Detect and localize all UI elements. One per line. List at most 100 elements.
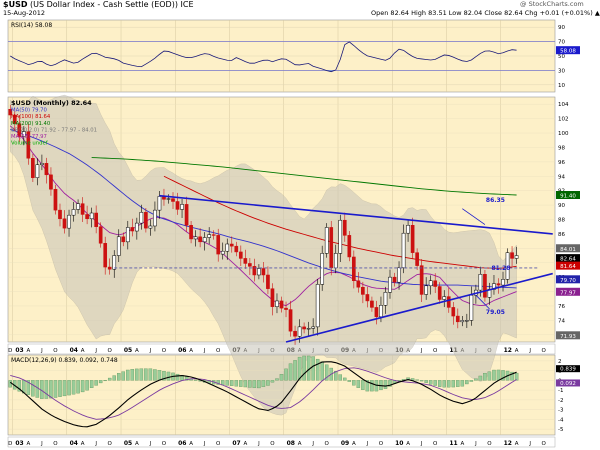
axis-month-label: O <box>53 441 58 447</box>
candle-body <box>514 255 519 259</box>
candle-body <box>62 218 67 229</box>
macd-histogram-bar <box>442 380 446 388</box>
axis-year-label: 10 <box>395 440 403 447</box>
candle-body <box>383 292 388 306</box>
macd-signal-text: 0.092 <box>560 381 576 387</box>
trendline-label: 79.05 <box>486 309 505 316</box>
macd-histogram-bar <box>248 380 252 388</box>
candle-body <box>333 253 338 269</box>
candle-body <box>361 286 365 295</box>
price-tick-label: 96 <box>558 160 565 166</box>
axis-month-label: O <box>433 348 438 354</box>
candle-body <box>225 243 230 252</box>
axis-month-label: O <box>108 441 113 447</box>
trendline-label: 86.35 <box>486 197 505 204</box>
macd-tick-label: -3 <box>558 408 564 414</box>
macd-histogram-bar <box>465 380 469 385</box>
rsi-tick-label: 30 <box>558 68 565 74</box>
axis-month-label: O <box>542 441 547 447</box>
candle-body <box>419 265 424 295</box>
candle-body <box>80 203 85 215</box>
price-tick-label: 98 <box>558 145 565 151</box>
macd-histogram-bar <box>284 368 288 381</box>
macd-histogram-bar <box>85 380 89 391</box>
macd-histogram-bar <box>257 380 261 389</box>
candle-body <box>501 279 505 286</box>
macd-histogram-bar <box>469 380 474 382</box>
macd-tick-label: -2 <box>558 398 563 404</box>
axis-month-label: A <box>189 441 193 447</box>
candle-body <box>220 250 225 255</box>
candle-body <box>40 163 44 165</box>
candle-body <box>67 214 71 229</box>
macd-histogram-bar <box>31 380 35 397</box>
candle-body <box>89 212 94 220</box>
candle-body <box>496 283 501 286</box>
macd-histogram-bar <box>352 380 356 386</box>
macd-histogram-bar <box>230 380 234 386</box>
axis-month-label: A <box>26 441 30 447</box>
candle-body <box>121 236 126 243</box>
candle-body <box>451 307 456 317</box>
price-tick-label: 104 <box>558 102 569 108</box>
macd-histogram-bar <box>49 380 53 399</box>
macd-histogram-bar <box>139 368 144 381</box>
axis-month-label: J <box>203 348 206 354</box>
candle-body <box>288 309 293 332</box>
candle-body <box>324 227 329 254</box>
candle-body <box>53 188 58 211</box>
time-axis-bottom <box>7 436 556 448</box>
macd-histogram-bar <box>487 371 492 381</box>
macd-histogram-bar <box>71 380 76 395</box>
price-tick-label: 100 <box>558 131 569 137</box>
candle-body <box>270 288 275 307</box>
candle-body <box>193 236 198 240</box>
candle-body <box>58 209 62 220</box>
candle-body <box>125 227 130 243</box>
macd-value-text: 0.839 <box>560 367 576 373</box>
macd-histogram-bar <box>53 380 58 398</box>
candle-body <box>465 320 469 322</box>
axis-year-label: 05 <box>124 347 132 354</box>
axis-year-label: 06 <box>178 440 186 447</box>
macd-histogram-bar <box>419 380 424 382</box>
candle-body <box>207 234 212 238</box>
macd-tick-label: -5 <box>558 427 564 433</box>
candle-body <box>144 212 148 229</box>
rsi-tick-label: 90 <box>558 25 565 31</box>
axis-year-label: 03 <box>15 347 23 354</box>
macd-histogram-bar <box>478 375 483 381</box>
macd-histogram-bar <box>261 380 266 387</box>
candle-body <box>261 268 266 276</box>
candle-body <box>415 252 419 266</box>
macd-histogram-bar <box>62 380 67 397</box>
candle-body <box>153 209 157 227</box>
axis-month-label: A <box>352 441 356 447</box>
candle-body <box>478 274 483 291</box>
axis-month-label: J <box>311 441 314 447</box>
axis-year-label: 04 <box>70 440 78 447</box>
macd-histogram-bar <box>234 380 239 387</box>
macd-histogram-bar <box>121 371 126 381</box>
candle-body <box>306 328 311 330</box>
macd-histogram-bar <box>315 358 320 381</box>
candle-body <box>401 232 406 269</box>
macd-histogram-bar <box>58 380 62 397</box>
macd-histogram-bar <box>361 380 365 390</box>
candle-body <box>148 225 153 229</box>
candle-body <box>374 307 379 318</box>
candle-body <box>107 266 112 270</box>
candle-body <box>157 196 162 211</box>
axis-month-label: A <box>135 348 139 354</box>
candle-body <box>248 263 252 267</box>
axis-month-label: J <box>203 441 206 447</box>
axis-year-label: 04 <box>70 347 78 354</box>
axis-month-label: J <box>94 441 97 447</box>
candle-body <box>397 267 401 283</box>
rsi-tick-label: 10 <box>558 83 565 89</box>
candle-body <box>379 305 383 318</box>
candle-body <box>112 255 117 270</box>
axis-month-label: J <box>149 348 152 354</box>
macd-histogram-bar <box>288 363 293 381</box>
macd-histogram-bar <box>433 380 437 386</box>
